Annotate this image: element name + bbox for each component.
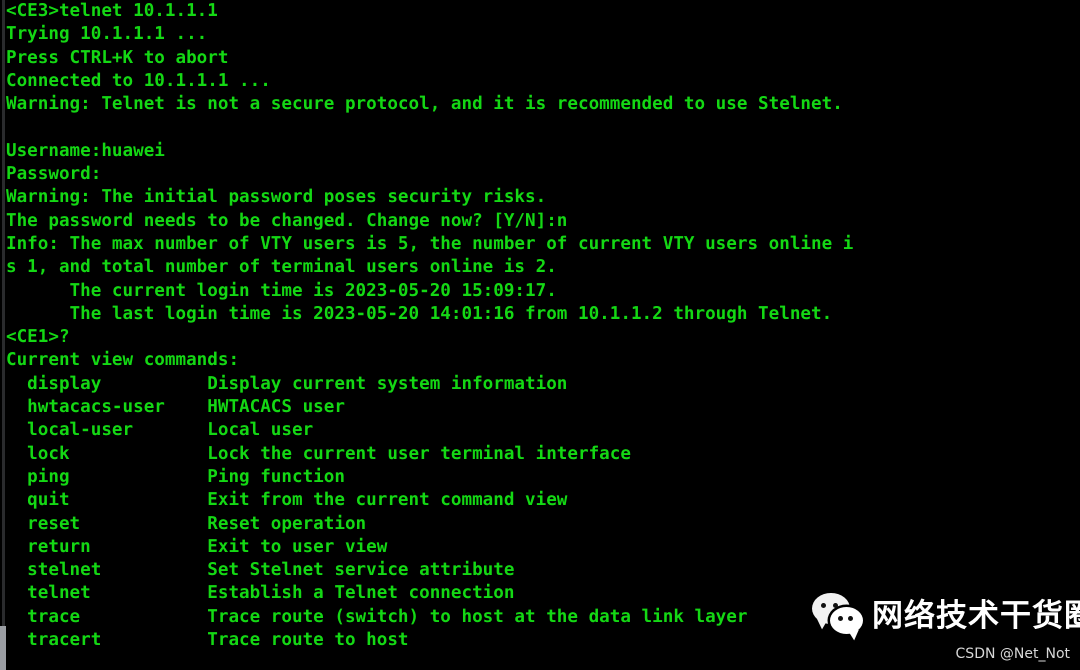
terminal-line: <CE3>telnet 10.1.1.1 — [6, 1, 218, 21]
csdn-credit: CSDN @Net_Not — [955, 646, 1070, 662]
terminal-line: Trying 10.1.1.1 ... — [6, 24, 208, 45]
terminal-line: s 1, and total number of terminal users … — [6, 257, 557, 278]
terminal-line: ping Ping function — [6, 466, 345, 487]
console-output[interactable]: <CE3>telnet 10.1.1.1 Trying 10.1.1.1 ... P… — [6, 0, 1080, 652]
terminal-line: stelnet Set Stelnet service attribute — [6, 560, 515, 581]
terminal-line: hwtacacs-user HWTACACS user — [6, 397, 345, 418]
terminal-line: Info: The max number of VTY users is 5, … — [6, 233, 854, 254]
terminal-line: The current login time is 2023-05-20 15:… — [6, 280, 557, 301]
terminal-line: Connected to 10.1.1.1 ... — [6, 70, 271, 91]
terminal-line: tracert Trace route to host — [6, 630, 409, 651]
terminal-window[interactable]: <CE3>telnet 10.1.1.1 Trying 10.1.1.1 ... P… — [0, 0, 1080, 670]
terminal-line: Current view commands: — [6, 350, 240, 371]
terminal-line: <CE1>? — [6, 327, 70, 348]
scrollbar-track[interactable] — [2, 0, 5, 670]
terminal-line: Username:huawei — [6, 140, 165, 161]
terminal-line: trace Trace route (switch) to host at th… — [6, 606, 748, 627]
terminal-line: The password needs to be changed. Change… — [6, 210, 568, 231]
terminal-line: lock Lock the current user terminal inte… — [6, 443, 631, 464]
terminal-line: Warning: The initial password poses secu… — [6, 187, 547, 208]
terminal-line: Warning: Telnet is not a secure protocol… — [6, 94, 843, 115]
terminal-line: display Display current system informati… — [6, 373, 568, 394]
terminal-line: telnet Establish a Telnet connection — [6, 583, 515, 604]
terminal-line: Password: — [6, 164, 102, 185]
terminal-line: reset Reset operation — [6, 513, 367, 534]
terminal-line: The last login time is 2023-05-20 14:01:… — [6, 303, 833, 324]
terminal-line: Press CTRL+K to abort — [6, 47, 229, 68]
terminal-line: return Exit to user view — [6, 536, 388, 557]
terminal-line: local-user Local user — [6, 420, 314, 441]
terminal-line: quit Exit from the current command view — [6, 490, 568, 511]
